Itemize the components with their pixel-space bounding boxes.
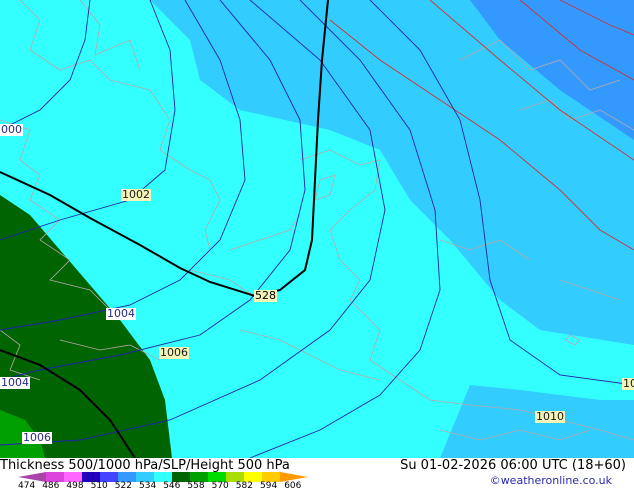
credit-link[interactable]: ©weatheronline.co.uk (490, 475, 612, 487)
weather-map: 1002 1004 1006 1004 1006 1010 000 10 528 (0, 0, 634, 459)
chart-title: Thickness 500/1000 hPa/SLP/Height 500 hP… (0, 458, 290, 473)
isobar-label: 10 (622, 378, 634, 390)
map-canvas (0, 0, 634, 459)
isobar-label: 1004 (106, 307, 136, 320)
valid-time: Su 01-02-2026 06:00 UTC (18+60) (400, 458, 626, 473)
thickness-label: 528 (254, 289, 277, 302)
isobar-label: 000 (0, 123, 23, 136)
isobar-label: 1010 (535, 410, 565, 423)
isobar-label: 1006 (159, 346, 189, 359)
isobar-label: 1002 (121, 188, 151, 201)
colorbar-ticks: 474 486 498 510 522 534 546 558 570 582 594 606 (0, 482, 330, 492)
footer: Thickness 500/1000 hPa/SLP/Height 500 hP… (0, 458, 634, 492)
isobar-label: 1006 (22, 431, 52, 444)
isobar-label: 1004 (0, 376, 30, 389)
